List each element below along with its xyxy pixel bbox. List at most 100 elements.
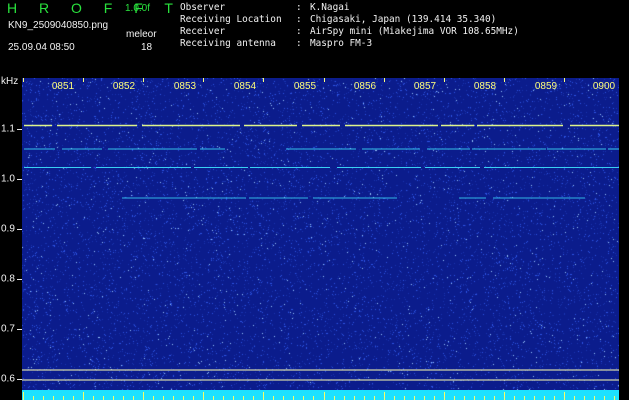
mode-label: meleor xyxy=(126,29,157,40)
time-label: 0852 xyxy=(112,81,136,92)
app-title: H R O F F T xyxy=(7,0,182,16)
frequency-label: 0.6 xyxy=(1,373,15,385)
header-panel: H R O F F T 1.0.0f KN9_2509040850.png me… xyxy=(0,0,629,76)
time-axis-tick xyxy=(263,78,264,82)
time-scale-tick xyxy=(504,392,505,400)
time-scale-tick xyxy=(63,396,64,400)
time-axis-tick xyxy=(143,78,144,82)
meta-value: Maspro FM-3 xyxy=(310,38,373,49)
bottom-time-scale xyxy=(22,390,619,400)
time-axis-tick xyxy=(23,78,24,82)
time-scale-tick xyxy=(193,396,194,400)
meta-separator: : xyxy=(296,14,302,25)
meta-row-observer: Observer: K.Nagai xyxy=(180,2,350,14)
time-scale-tick xyxy=(604,396,605,400)
meta-value: AirSpy mini (Miakejima VOR 108.65MHz) xyxy=(310,26,519,37)
time-label: 0859 xyxy=(534,81,558,92)
time-scale-tick xyxy=(113,396,114,400)
frequency-unit-label: kHz xyxy=(1,76,19,87)
time-scale-tick xyxy=(474,396,475,400)
frequency-label: 0.9 xyxy=(1,223,15,235)
time-label: 0856 xyxy=(353,81,377,92)
time-scale-tick xyxy=(173,396,174,400)
meta-separator: : xyxy=(296,2,302,13)
meta-separator: : xyxy=(296,38,302,49)
time-scale-tick xyxy=(544,396,545,400)
time-label: 0853 xyxy=(173,81,197,92)
time-scale-tick xyxy=(424,396,425,400)
time-scale-tick xyxy=(554,396,555,400)
time-scale-tick xyxy=(324,392,325,400)
time-scale-tick xyxy=(53,396,54,400)
count-value: 18 xyxy=(141,42,153,53)
date-time: 25.09.04 08:50 xyxy=(8,42,75,53)
time-scale-tick xyxy=(434,396,435,400)
meta-row-antenna: Receiving antenna: Maspro FM-3 xyxy=(180,38,372,50)
time-scale-tick xyxy=(83,392,84,400)
time-scale-tick xyxy=(344,396,345,400)
time-scale-tick xyxy=(33,396,34,400)
meta-row-receiver: Receiver: AirSpy mini (Miakejima VOR 108.… xyxy=(180,26,519,38)
time-scale-tick xyxy=(594,396,595,400)
time-scale-tick xyxy=(444,392,445,400)
time-scale-tick xyxy=(454,396,455,400)
meta-value: Chigasaki, Japan (139.414 35.340) xyxy=(310,14,497,25)
time-scale-tick xyxy=(43,396,44,400)
time-scale-tick xyxy=(494,396,495,400)
time-scale-tick xyxy=(213,396,214,400)
frequency-label: 0.7 xyxy=(1,323,15,335)
frequency-label: 1.1 xyxy=(1,123,15,135)
time-axis-tick xyxy=(564,78,565,82)
time-scale-tick xyxy=(334,396,335,400)
time-axis-tick xyxy=(83,78,84,82)
time-scale-tick xyxy=(534,396,535,400)
frequency-label: 1.0 xyxy=(1,173,15,185)
time-scale-tick xyxy=(414,396,415,400)
time-scale-tick xyxy=(313,396,314,400)
meta-key: Receiving antenna xyxy=(180,38,276,49)
spectrogram-plot[interactable]: 0851 0852 0853 0854 0855 0856 0857 0858 … xyxy=(22,78,619,390)
app-version: 1.0.0f xyxy=(125,3,151,14)
time-scale-tick xyxy=(143,392,144,400)
file-name: KN9_2509040850.png xyxy=(8,20,109,31)
time-scale-tick xyxy=(283,396,284,400)
time-label: 0854 xyxy=(233,81,257,92)
time-scale-tick xyxy=(564,392,565,400)
time-scale-tick xyxy=(133,396,134,400)
time-scale-tick xyxy=(354,396,355,400)
time-axis-tick xyxy=(203,78,204,82)
time-label: 0858 xyxy=(473,81,497,92)
time-scale-tick xyxy=(93,396,94,400)
meta-row-location: Receiving Location: Chigasaki, Japan (139… xyxy=(180,14,496,26)
time-axis-tick xyxy=(504,78,505,82)
time-axis: 0851 0852 0853 0854 0855 0856 0857 0858 … xyxy=(22,78,619,92)
time-scale-tick xyxy=(153,396,154,400)
time-scale-tick xyxy=(614,396,615,400)
time-scale-tick xyxy=(243,396,244,400)
time-axis-tick xyxy=(324,78,325,82)
time-scale-tick xyxy=(514,396,515,400)
time-scale-tick xyxy=(73,396,74,400)
time-scale-tick xyxy=(484,396,485,400)
time-scale-tick xyxy=(574,396,575,400)
time-scale-tick xyxy=(203,392,204,400)
time-label: 0857 xyxy=(413,81,437,92)
time-scale-tick xyxy=(23,392,24,400)
time-scale-tick xyxy=(273,396,274,400)
time-scale-tick xyxy=(123,396,124,400)
meta-key: Receiver xyxy=(180,26,226,37)
time-scale-tick xyxy=(584,396,585,400)
meta-key: Observer xyxy=(180,2,226,13)
time-scale-tick xyxy=(524,396,525,400)
meta-value: K.Nagai xyxy=(310,2,350,13)
time-scale-tick xyxy=(223,396,224,400)
time-axis-tick xyxy=(444,78,445,82)
time-scale-tick xyxy=(303,396,304,400)
frequency-label: 0.8 xyxy=(1,273,15,285)
time-scale-tick xyxy=(394,396,395,400)
time-label: 0851 xyxy=(51,81,75,92)
time-scale-tick xyxy=(253,396,254,400)
time-scale-tick xyxy=(364,396,365,400)
meta-key: Receiving Location xyxy=(180,14,282,25)
time-scale-tick xyxy=(163,396,164,400)
